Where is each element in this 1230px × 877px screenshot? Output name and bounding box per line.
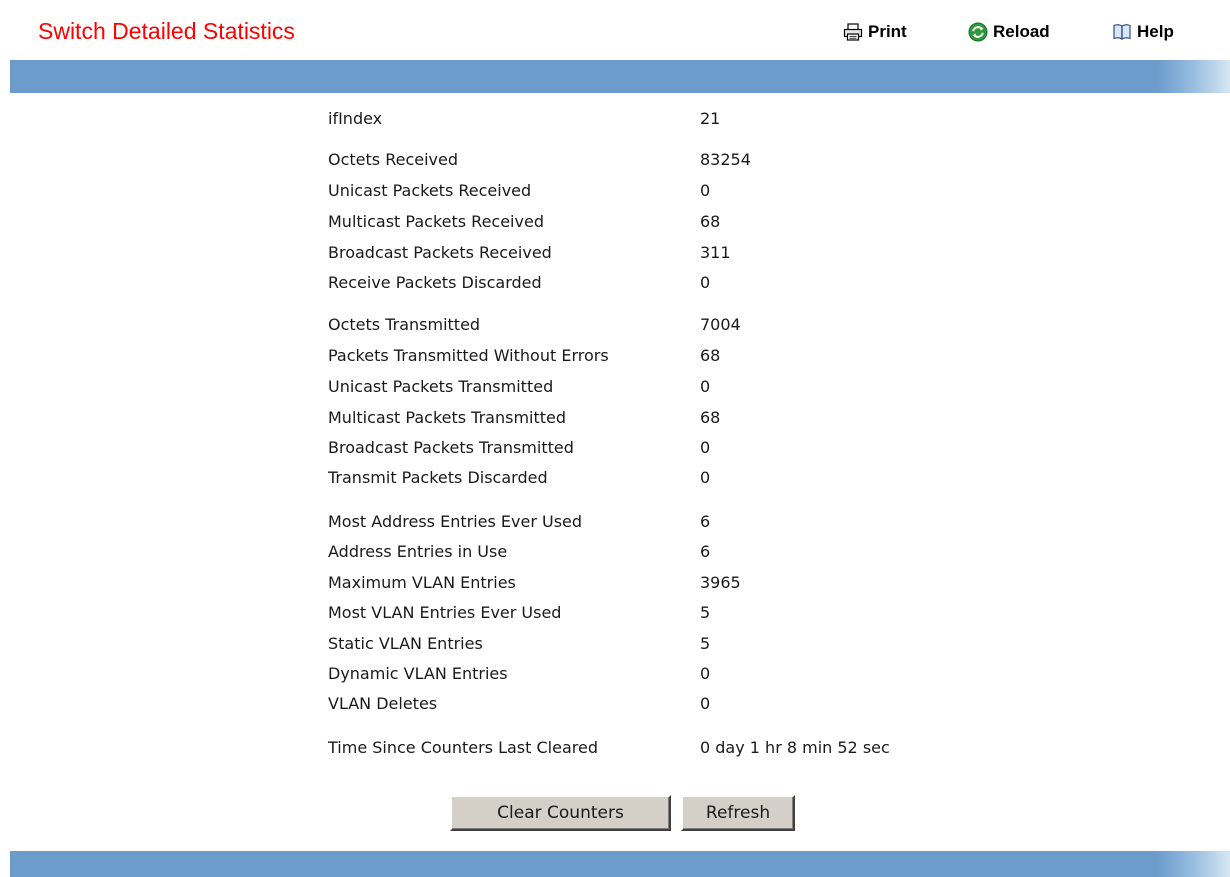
refresh-button[interactable]: Refresh: [681, 795, 795, 831]
stat-label: Transmit Packets Discarded: [328, 468, 548, 487]
stat-label: Time Since Counters Last Cleared: [328, 738, 598, 757]
reload-icon: [968, 22, 988, 42]
stat-value: 0: [700, 468, 711, 487]
help-label: Help: [1137, 22, 1174, 41]
book-icon: [1113, 24, 1131, 41]
stat-label: Broadcast Packets Received: [328, 243, 552, 262]
stat-label: ifIndex: [328, 109, 383, 128]
stat-label: Unicast Packets Received: [328, 181, 532, 200]
reload-button[interactable]: Reload: [968, 19, 1050, 45]
stat-value: 0: [700, 664, 711, 683]
stat-value: 7004: [700, 315, 741, 334]
stat-value: 0: [700, 694, 711, 713]
stat-value: 68: [700, 346, 721, 365]
stat-label: Dynamic VLAN Entries: [328, 664, 508, 683]
stat-value: 311: [700, 243, 731, 262]
stat-value: 5: [700, 634, 711, 653]
stat-value: 0: [700, 438, 711, 457]
stat-value: 68: [700, 212, 721, 231]
stat-label: Maximum VLAN Entries: [328, 573, 516, 592]
stat-value: 6: [700, 512, 711, 531]
print-label: Print: [868, 22, 907, 41]
stat-value: 68: [700, 408, 721, 427]
stat-label: VLAN Deletes: [328, 694, 438, 713]
printer-icon: [843, 23, 863, 41]
clear-counters-button[interactable]: Clear Counters: [450, 795, 671, 831]
stat-label: Static VLAN Entries: [328, 634, 483, 653]
stat-label: Octets Transmitted: [328, 315, 481, 334]
stat-label: Multicast Packets Transmitted: [328, 408, 567, 427]
stat-value: 6: [700, 542, 711, 561]
stat-label: Receive Packets Discarded: [328, 273, 542, 292]
stat-label: Multicast Packets Received: [328, 212, 544, 231]
reload-label: Reload: [993, 22, 1050, 41]
stat-value: 83254: [700, 150, 751, 169]
header-band: [10, 60, 1230, 93]
stat-value: 0: [700, 377, 711, 396]
stat-label: Broadcast Packets Transmitted: [328, 438, 574, 457]
stat-label: Most Address Entries Ever Used: [328, 512, 583, 531]
stat-label: Octets Received: [328, 150, 458, 169]
stat-value: 0: [700, 273, 711, 292]
stat-value: 21: [700, 109, 721, 128]
stat-label: Most VLAN Entries Ever Used: [328, 603, 562, 622]
stat-value: 0: [700, 181, 711, 200]
stat-label: Packets Transmitted Without Errors: [328, 346, 609, 365]
stat-label: Address Entries in Use: [328, 542, 508, 561]
stat-label: Unicast Packets Transmitted: [328, 377, 554, 396]
print-button[interactable]: Print: [843, 19, 907, 45]
help-button[interactable]: Help: [1112, 19, 1174, 45]
stat-value: 3965: [700, 573, 741, 592]
stat-value: 0 day 1 hr 8 min 52 sec: [700, 738, 890, 757]
footer-band: [10, 851, 1230, 877]
stat-value: 5: [700, 603, 711, 622]
page-title: Switch Detailed Statistics: [38, 18, 295, 44]
page-header: Switch Detailed Statistics Print Reload …: [0, 0, 1230, 60]
